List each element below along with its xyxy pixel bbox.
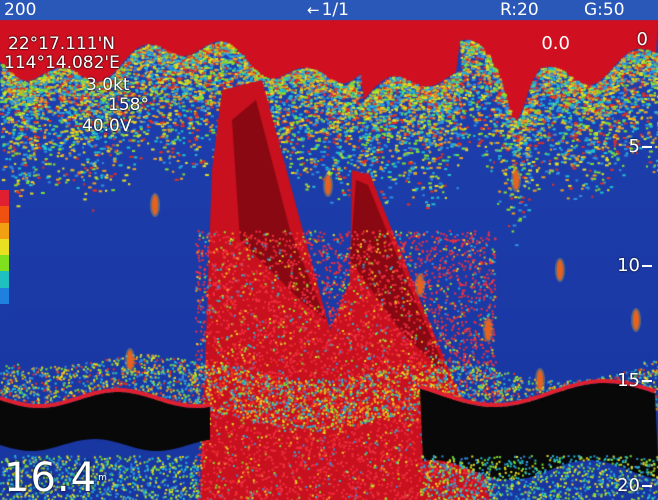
offset-readout: 0.0	[541, 33, 570, 54]
tick-mark	[642, 265, 652, 267]
tick-mark	[642, 380, 652, 382]
depth-tick-20: 20	[617, 475, 652, 496]
depth-tick-label: 20	[617, 475, 640, 496]
voltage-readout: 40.0V	[82, 116, 132, 136]
depth-tick-label: 15	[617, 370, 640, 391]
depth-tick-label: 5	[628, 136, 640, 157]
color-scale-step	[0, 222, 9, 239]
color-scale-step	[0, 238, 9, 255]
page-indicator[interactable]: ← 1/1	[307, 0, 349, 20]
depth-tick-5: 5	[629, 136, 652, 157]
frequency-readout[interactable]: 200	[4, 0, 36, 20]
latitude-readout: 22°17.111'N	[8, 34, 116, 54]
color-scale-step	[0, 287, 9, 304]
sonar-screen[interactable]: 200 ← 1/1 R:20 G:50 22°17.111'N 114°14.08…	[0, 0, 658, 500]
depth-unit: m	[98, 473, 108, 483]
depth-tick-label: 0	[636, 29, 648, 50]
color-scale-step	[0, 255, 9, 272]
range-readout[interactable]: R:20	[500, 0, 539, 20]
depth-readout: 16.4m	[4, 458, 108, 498]
back-arrow-icon: ←	[307, 1, 320, 19]
depth-tick-label: 10	[617, 255, 640, 276]
tick-mark	[642, 146, 652, 148]
color-scale-step	[0, 271, 9, 288]
depth-tick-10: 10	[617, 255, 652, 276]
color-scale-step	[0, 303, 9, 320]
echo-color-scale	[0, 190, 9, 320]
tick-mark	[642, 485, 652, 487]
heading-readout: 158°	[108, 95, 149, 115]
gain-readout[interactable]: G:50	[584, 0, 625, 20]
depth-value: 16.4	[4, 455, 98, 500]
depth-tick-0: 0	[637, 29, 648, 50]
page-label: 1/1	[321, 0, 349, 20]
depth-tick-15: 15	[617, 370, 652, 391]
top-status-bar: 200 ← 1/1 R:20 G:50	[0, 0, 658, 20]
color-scale-step	[0, 206, 9, 223]
color-scale-step	[0, 190, 9, 207]
speed-readout: 3.0kt	[86, 75, 130, 95]
longitude-readout: 114°14.082'E	[4, 53, 120, 73]
